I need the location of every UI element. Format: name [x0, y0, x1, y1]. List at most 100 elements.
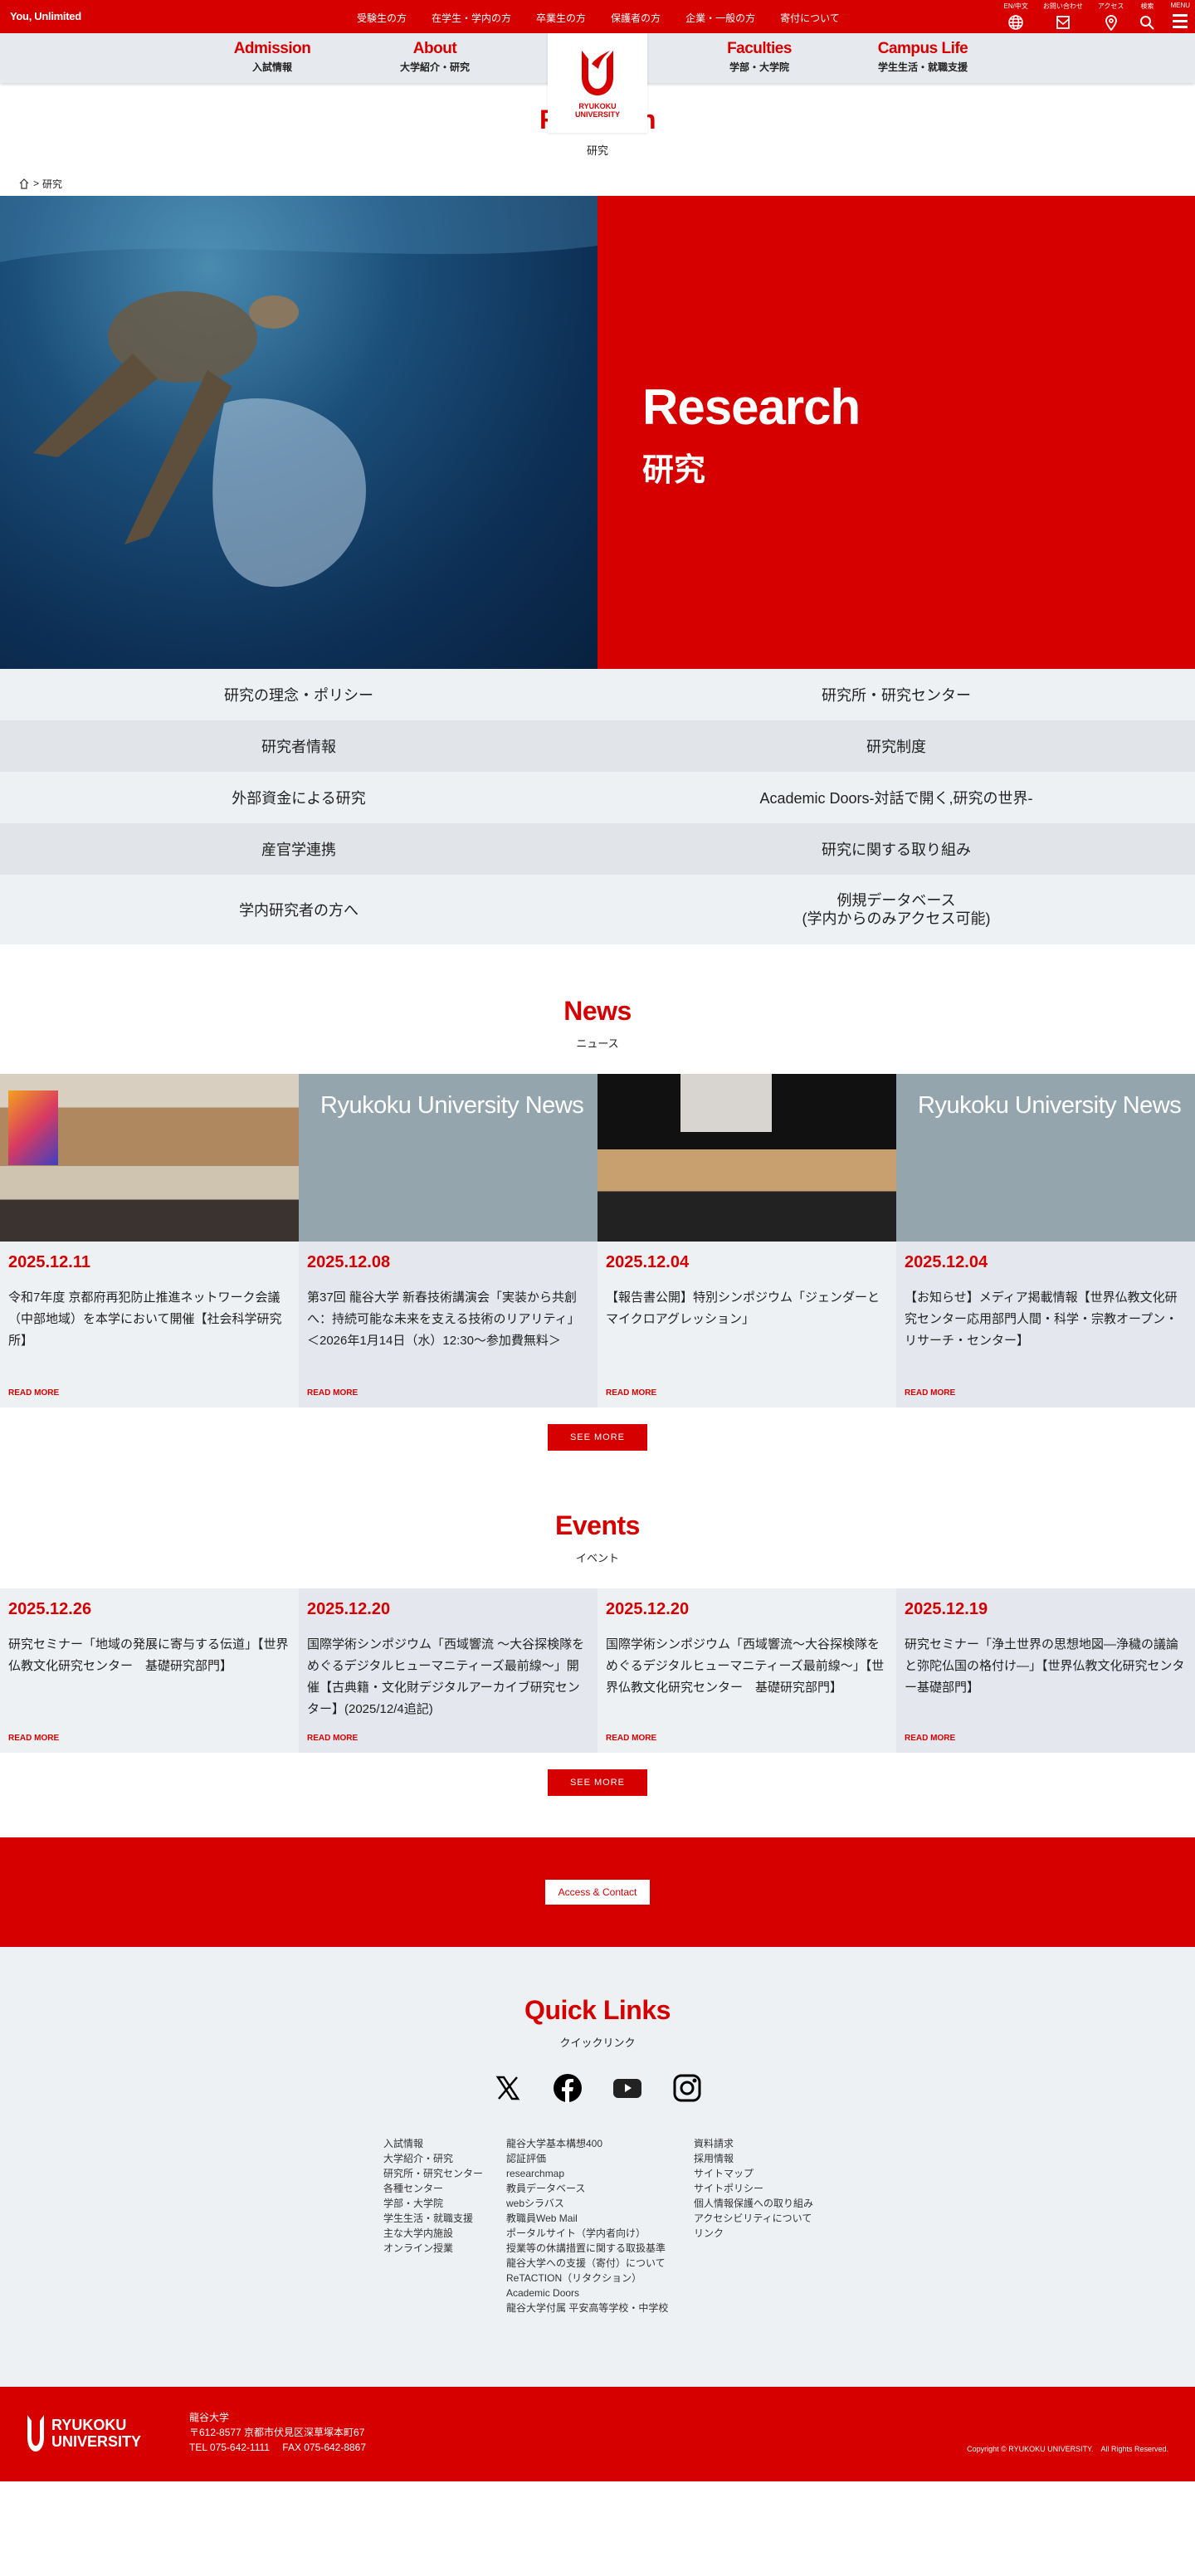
- news-subtitle: ニュース: [576, 1037, 619, 1050]
- contact-button[interactable]: お問い合わせ: [1043, 2, 1083, 31]
- news-card[interactable]: Ryukoku University News 2025.12.08 第37回 龍…: [299, 1074, 598, 1408]
- read-more-link[interactable]: READ MORE: [905, 1734, 955, 1743]
- instagram-icon[interactable]: [672, 2073, 702, 2103]
- link-research-institutes[interactable]: 研究所・研究センター: [598, 669, 1195, 720]
- quick-link[interactable]: 学生生活・就職支援: [383, 2211, 483, 2226]
- news-see-more-button[interactable]: SEE MORE: [548, 1424, 647, 1451]
- quick-link[interactable]: 授業等の休講措置に関する取扱基準: [506, 2241, 668, 2256]
- news-date: 2025.12.04: [606, 1253, 690, 1271]
- brand-slogan[interactable]: You, Unlimited: [10, 10, 81, 22]
- quick-link[interactable]: 学部・大学院: [383, 2196, 483, 2211]
- quick-link[interactable]: 教員データベース: [506, 2181, 668, 2196]
- quick-link[interactable]: ポータルサイト（学内者向け）: [506, 2226, 668, 2241]
- read-more-link[interactable]: READ MORE: [905, 1388, 955, 1398]
- hamburger-icon: [1173, 14, 1188, 28]
- quick-link-column: 資料請求 採用情報 サイトマップ サイトポリシー 個人情報保護への取り組み アクセシビリテ…: [694, 2136, 813, 2241]
- news-card[interactable]: 2025.12.04 【報告書公開】特別シンポジウム「ジェンダーとマイクロアグレッ…: [598, 1074, 896, 1408]
- menu-button[interactable]: MENU: [1170, 2, 1190, 31]
- quick-link[interactable]: ReTACTION（リタクション）: [506, 2271, 668, 2286]
- read-more-link[interactable]: READ MORE: [8, 1734, 59, 1743]
- quick-link[interactable]: 各種センター: [383, 2181, 483, 2196]
- nav-campus-life[interactable]: Campus Life 学生生活・就職支援: [878, 40, 968, 74]
- quick-link[interactable]: オンライン授業: [383, 2241, 483, 2256]
- youtube-icon[interactable]: [612, 2073, 642, 2103]
- nav-label: About: [412, 40, 457, 57]
- util-label: アクセス: [1097, 2, 1124, 10]
- quick-link[interactable]: researchmap: [506, 2166, 668, 2181]
- language-button[interactable]: EN/中文: [1003, 2, 1028, 31]
- news-text: 令和7年度 京都府再犯防止推進ネットワーク会議（中部地域）を本学において開催【社…: [8, 1290, 282, 1348]
- audience-link[interactable]: 企業・一般の方: [685, 11, 755, 25]
- quick-link[interactable]: 資料請求: [694, 2136, 813, 2151]
- quick-link[interactable]: サイトポリシー: [694, 2181, 813, 2196]
- nav-about[interactable]: About 大学紹介・研究: [400, 40, 470, 74]
- quick-link[interactable]: 入試情報: [383, 2136, 483, 2151]
- x-icon[interactable]: [493, 2073, 523, 2103]
- event-card[interactable]: 2025.12.20 国際学術シンポジウム「西域響流～大谷探検隊をめぐるデジタルヒ…: [598, 1588, 896, 1753]
- event-card[interactable]: 2025.12.20 国際学術シンポジウム「西域響流 ～大谷探検隊をめぐるデジタル…: [299, 1588, 598, 1753]
- link-industry-collab[interactable]: 産官学連携: [0, 823, 598, 875]
- quick-link[interactable]: 大学紹介・研究: [383, 2151, 483, 2166]
- link-research-policy[interactable]: 研究の理念・ポリシー: [0, 669, 598, 720]
- link-regulations-db[interactable]: 例規データベース (学内からのみアクセス可能): [598, 875, 1195, 944]
- logo-emblem-icon: [27, 2415, 44, 2452]
- quick-link[interactable]: 個人情報保護への取り組み: [694, 2196, 813, 2211]
- quick-link[interactable]: サイトマップ: [694, 2166, 813, 2181]
- read-more-link[interactable]: READ MORE: [606, 1734, 656, 1743]
- quick-link[interactable]: アクセシビリティについて: [694, 2211, 813, 2226]
- footer-address: 〒612-8577 京都市伏見区深草塚本町67: [189, 2427, 365, 2438]
- news-placeholder: Ryukoku University News: [299, 1074, 598, 1242]
- university-logo[interactable]: RYUKOKU UNIVERSITY: [548, 33, 647, 133]
- link-research-system[interactable]: 研究制度: [598, 720, 1195, 772]
- util-label: 検索: [1140, 2, 1154, 10]
- quick-link[interactable]: リンク: [694, 2226, 813, 2241]
- audience-link[interactable]: 在学生・学内の方: [432, 11, 511, 25]
- read-more-link[interactable]: READ MORE: [307, 1388, 358, 1398]
- util-label: MENU: [1170, 2, 1190, 9]
- audience-link[interactable]: 寄付について: [780, 11, 840, 25]
- search-button[interactable]: 検索: [1139, 2, 1155, 31]
- news-photo-symposium: [598, 1074, 896, 1242]
- quick-link[interactable]: 龍谷大学基本構想400: [506, 2136, 668, 2151]
- access-button[interactable]: アクセス: [1098, 2, 1124, 31]
- read-more-link[interactable]: READ MORE: [307, 1734, 358, 1743]
- read-more-link[interactable]: READ MORE: [8, 1388, 59, 1398]
- read-more-link[interactable]: READ MORE: [606, 1388, 656, 1398]
- audience-link[interactable]: 受験生の方: [357, 11, 407, 25]
- quick-link[interactable]: webシラバス: [506, 2196, 668, 2211]
- link-academic-doors[interactable]: Academic Doors-対話で開く,研究の世界-: [598, 772, 1195, 823]
- event-text: 国際学術シンポジウム「西域響流 ～大谷探検隊をめぐるデジタルヒューマニティーズ最…: [307, 1637, 585, 1716]
- news-card[interactable]: Ryukoku University News 2025.12.04 【お知らせ】…: [896, 1074, 1195, 1408]
- footer-logo[interactable]: RYUKOKU UNIVERSITY: [27, 2413, 141, 2453]
- link-external-funding[interactable]: 外部資金による研究: [0, 772, 598, 823]
- events-see-more-button[interactable]: SEE MORE: [548, 1769, 647, 1796]
- news-text: 【報告書公開】特別シンポジウム「ジェンダーとマイクロアグレッション」: [606, 1290, 880, 1326]
- link-researcher-info[interactable]: 研究者情報: [0, 720, 598, 772]
- quick-link[interactable]: 龍谷大学への支援（寄付）について: [506, 2256, 668, 2271]
- breadcrumb-current: 研究: [42, 178, 63, 190]
- quick-link[interactable]: 採用情報: [694, 2151, 813, 2166]
- link-research-initiatives[interactable]: 研究に関する取り組み: [598, 823, 1195, 875]
- nav-faculties[interactable]: Faculties 学部・大学院: [727, 40, 792, 74]
- quick-link[interactable]: 主な大学内施設: [383, 2226, 483, 2241]
- news-card[interactable]: 2025.12.11 令和7年度 京都府再犯防止推進ネットワーク会議（中部地域）を…: [0, 1074, 299, 1408]
- quick-link[interactable]: 認証評価: [506, 2151, 668, 2166]
- quick-link[interactable]: Academic Doors: [506, 2286, 668, 2300]
- footer-phone: TEL 075-642-1111 FAX 075-642-8867: [189, 2442, 367, 2453]
- event-card[interactable]: 2025.12.26 研究セミナー「地域の発展に寄与する伝道」【世界仏教文化研究セ…: [0, 1588, 299, 1753]
- access-band: Access & Contact: [0, 1837, 1195, 1947]
- audience-nav: 受験生の方 在学生・学内の方 卒業生の方 保護者の方 企業・一般の方 寄付につい…: [357, 11, 840, 25]
- hero-image-sea-turtle: [0, 196, 598, 669]
- audience-link[interactable]: 保護者の方: [611, 11, 661, 25]
- link-internal-researchers[interactable]: 学内研究者の方へ: [0, 875, 598, 944]
- quick-link[interactable]: 研究所・研究センター: [383, 2166, 483, 2181]
- audience-link[interactable]: 卒業生の方: [536, 11, 586, 25]
- event-card[interactable]: 2025.12.19 研究セミナー「浄土世界の思想地図―浄穢の議論と弥陀仏国の格付…: [896, 1588, 1195, 1753]
- facebook-icon[interactable]: [553, 2073, 583, 2103]
- nav-admission[interactable]: Admission 入試情報: [234, 40, 311, 74]
- quick-link[interactable]: 教職員Web Mail: [506, 2211, 668, 2226]
- access-contact-button[interactable]: Access & Contact: [545, 1880, 650, 1905]
- home-icon[interactable]: [18, 178, 30, 189]
- footer-university-name: 龍谷大学: [189, 2412, 230, 2423]
- quick-link[interactable]: 龍谷大学付属 平安高等学校・中学校: [506, 2300, 668, 2315]
